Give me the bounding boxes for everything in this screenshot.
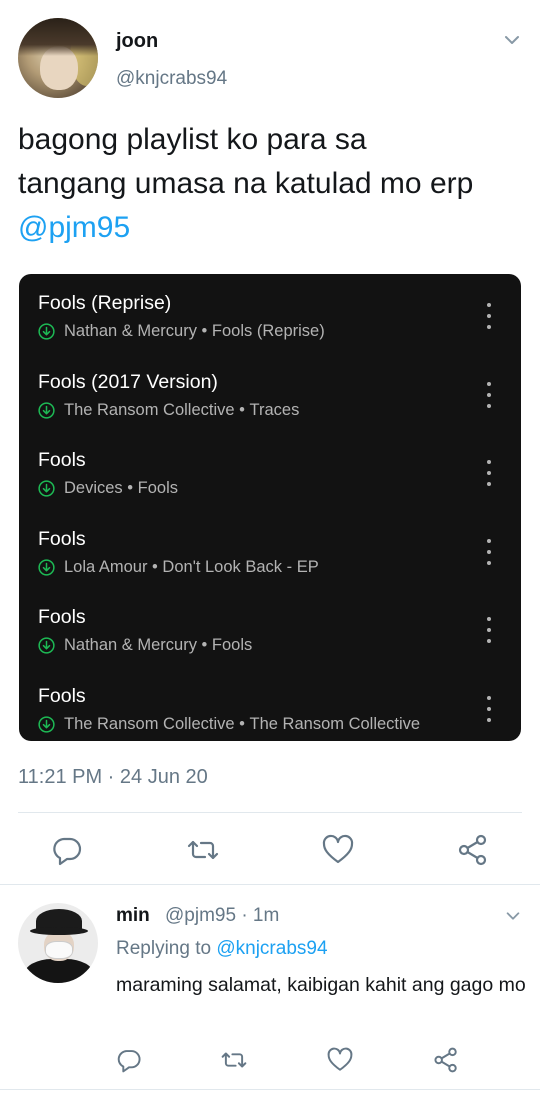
playlist-track[interactable]: Fools The Ransom Collective • The Ransom …	[19, 675, 521, 753]
tweet-text: bagong playlist ko para sa tangang umasa…	[18, 118, 528, 250]
track-title: Fools (Reprise)	[38, 292, 172, 314]
track-subtitle: Lola Amour • Don't Look Back - EP	[38, 558, 319, 577]
track-title: Fools	[38, 527, 86, 550]
track-title: Fools (2017 Version)	[38, 370, 218, 393]
reply-icon[interactable]	[51, 834, 83, 866]
share-icon[interactable]	[457, 834, 489, 866]
track-artist: Devices	[64, 479, 123, 497]
reply-author-name[interactable]: min	[116, 905, 150, 927]
author-display-name[interactable]: joon	[116, 30, 158, 53]
track-album: Fools	[137, 479, 178, 497]
track-title: Fools	[38, 684, 86, 707]
reply-actions	[0, 1045, 540, 1077]
playlist-track[interactable]: Fools (Reprise) Nathan & Mercury • Fools …	[19, 282, 521, 360]
chevron-down-icon[interactable]	[504, 907, 522, 925]
share-icon[interactable]	[433, 1047, 459, 1073]
track-subtitle: The Ransom Collective • The Ransom Colle…	[38, 715, 420, 734]
separator-dot: •	[234, 714, 250, 733]
playlist-card[interactable]: Fools (Reprise) Nathan & Mercury • Fools …	[19, 274, 521, 741]
playlist-track[interactable]: Fools Nathan & Mercury • Fools	[19, 596, 521, 674]
separator-dot: •	[122, 479, 138, 497]
track-subtitle: Nathan & Mercury • Fools	[38, 636, 252, 655]
separator-dot: •	[196, 322, 212, 340]
reply-author-avatar[interactable]	[18, 903, 98, 983]
like-icon[interactable]	[327, 1047, 353, 1073]
track-title: Fools	[38, 449, 86, 471]
replying-to: Replying to @knjcrabs94	[116, 938, 328, 960]
more-vertical-icon[interactable]	[485, 302, 493, 330]
track-subtitle: The Ransom Collective • Traces	[38, 401, 299, 420]
playlist-track[interactable]: Fools (2017 Version) The Ransom Collectiv…	[19, 361, 521, 439]
download-icon	[38, 558, 55, 576]
track-subtitle: Devices • Fools	[38, 479, 178, 498]
playlist-track[interactable]: Fools Devices • Fools	[19, 439, 521, 517]
author-avatar[interactable]	[18, 18, 98, 98]
divider	[0, 884, 540, 885]
track-artist: The Ransom Collective	[64, 714, 235, 733]
more-vertical-icon[interactable]	[485, 381, 493, 409]
more-vertical-icon[interactable]	[485, 616, 493, 644]
track-artist: Nathan & Mercury	[64, 322, 197, 340]
track-album: Fools (Reprise)	[211, 322, 325, 340]
separator-dot: •	[147, 557, 163, 576]
replying-to-handle[interactable]: @knjcrabs94	[216, 938, 327, 959]
download-icon	[38, 323, 55, 340]
separator-dot: •	[234, 400, 250, 419]
reply-icon[interactable]	[116, 1047, 142, 1073]
more-vertical-icon[interactable]	[485, 459, 493, 487]
track-album: Fools	[211, 636, 253, 654]
track-artist: The Ransom Collective	[64, 400, 235, 419]
reply-author-meta: @pjm95 · 1m	[165, 905, 280, 926]
playlist-track[interactable]: Fools Lola Amour • Don't Look Back - EP	[19, 518, 521, 596]
track-subtitle: Nathan & Mercury • Fools (Reprise)	[38, 322, 325, 341]
track-album: Traces	[249, 400, 300, 419]
track-title: Fools	[38, 606, 86, 628]
track-artist: Nathan & Mercury	[64, 636, 197, 654]
divider	[18, 812, 522, 813]
retweet-icon[interactable]	[221, 1047, 247, 1073]
download-icon	[38, 480, 55, 497]
more-vertical-icon[interactable]	[485, 695, 493, 723]
download-icon	[38, 401, 55, 419]
download-icon	[38, 637, 55, 654]
author-handle[interactable]: @knjcrabs94	[116, 68, 227, 90]
tweet-timestamp[interactable]: 11:21 PM · 24 Jun 20	[18, 766, 208, 789]
mention-link[interactable]: @pjm95	[18, 206, 528, 250]
like-icon[interactable]	[322, 834, 354, 866]
track-artist: Lola Amour	[64, 557, 148, 576]
tweet-actions	[0, 830, 540, 870]
tweet-text-line: tangang umasa na katulad mo erp	[18, 167, 474, 200]
replying-to-label: Replying to	[116, 938, 212, 959]
download-icon	[38, 715, 55, 733]
reply-tweet: min @pjm95 · 1m Replying to @knjcrabs94 …	[0, 895, 540, 1095]
track-album: Don't Look Back - EP	[162, 557, 319, 576]
chevron-down-icon[interactable]	[502, 30, 522, 50]
retweet-icon[interactable]	[187, 834, 219, 866]
tweet-text-line: bagong playlist ko para sa	[18, 123, 367, 156]
more-vertical-icon[interactable]	[485, 538, 493, 566]
separator-dot: •	[196, 636, 212, 654]
track-album: The Ransom Collective	[249, 714, 421, 733]
reply-text: maraming salamat, kaibigan kahit ang gag…	[116, 974, 526, 996]
divider	[0, 1089, 540, 1090]
